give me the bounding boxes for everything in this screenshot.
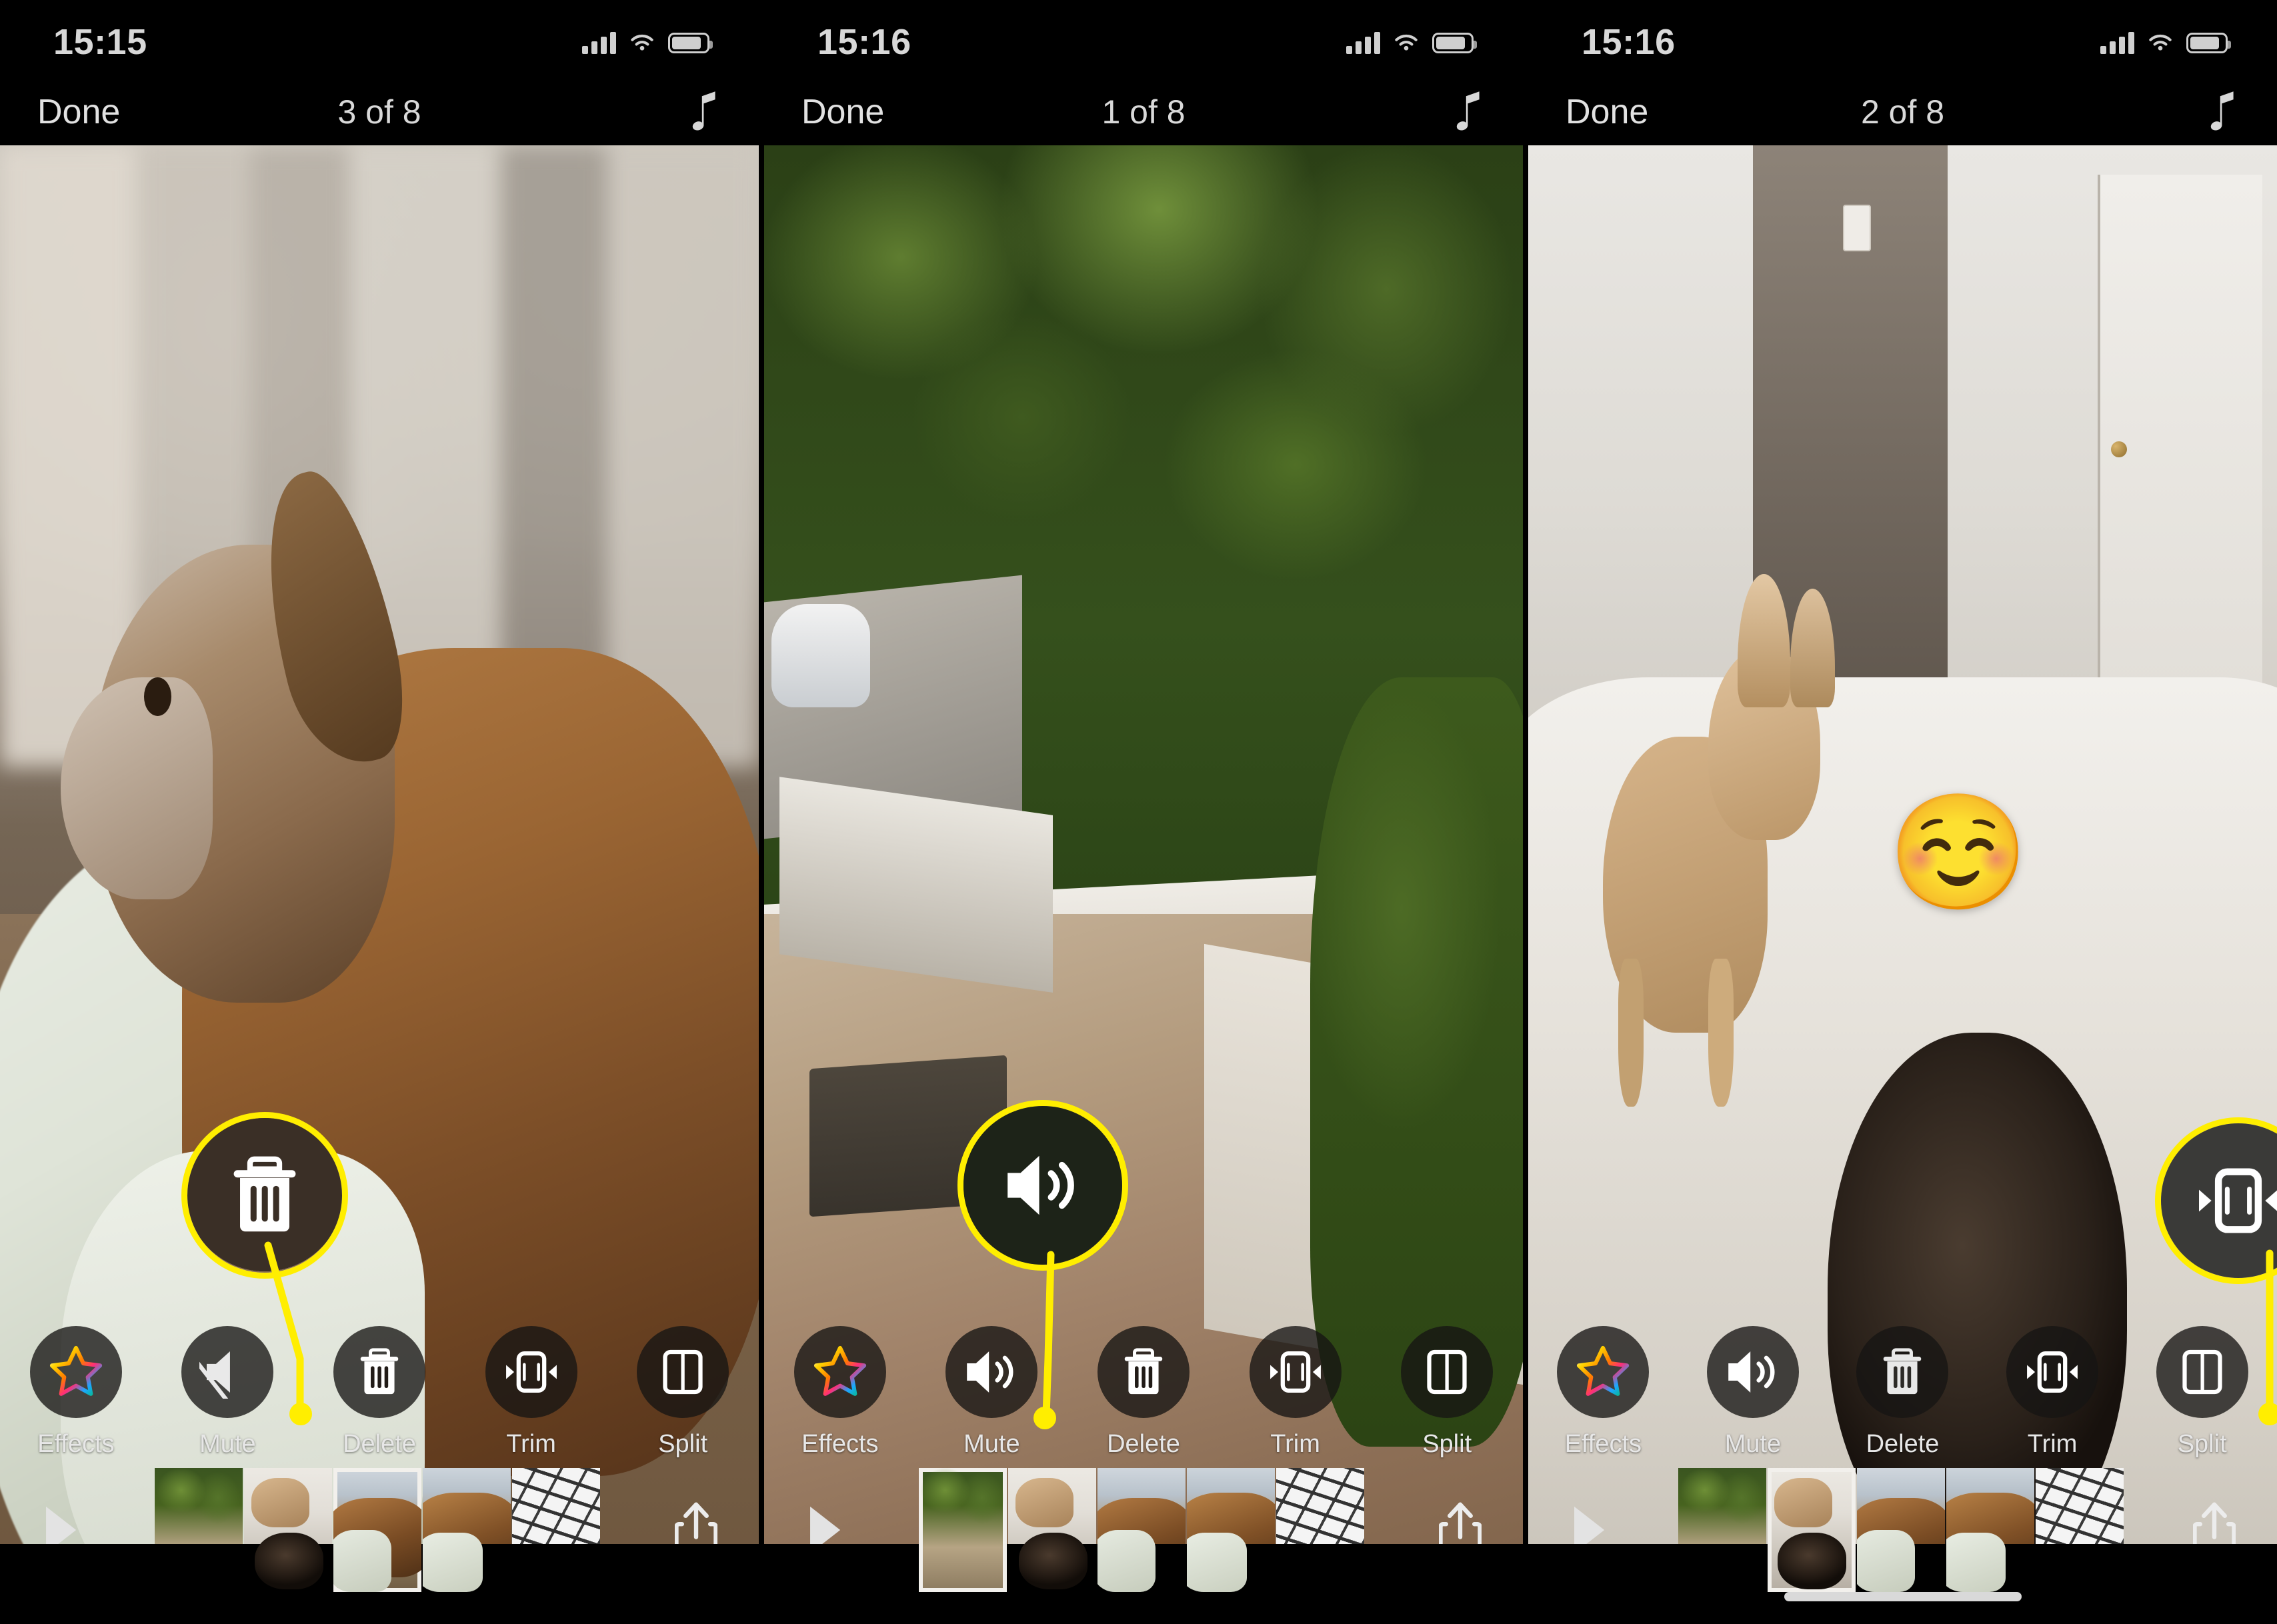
mute-label: Mute (1724, 1430, 1782, 1458)
speaker-muted-icon (199, 1351, 239, 1399)
battery-icon (668, 32, 713, 53)
done-button[interactable]: Done (37, 92, 120, 132)
effects-button[interactable] (29, 1326, 122, 1418)
status-icons (1346, 25, 1477, 54)
status-bar: 15:16 (764, 0, 1523, 79)
phone-screen-3: 15:16 Done 2 of 8 ☺️ Effects Mute Delete… (1528, 0, 2277, 1624)
screenshot-triptych: 15:15 Done 3 of 8 Effects Mute Delete Tr… (0, 0, 2277, 1624)
trim-button[interactable] (485, 1326, 577, 1418)
music-note-icon[interactable] (2204, 90, 2240, 134)
split-icon (2182, 1349, 2222, 1395)
tool-trim[interactable]: Trim (455, 1326, 607, 1459)
thumbnail-item[interactable] (1008, 1468, 1096, 1592)
nav-bar: Done 1 of 8 (764, 79, 1523, 145)
trim-button[interactable] (2006, 1326, 2099, 1418)
thumbnail-item[interactable] (244, 1468, 332, 1592)
music-note-icon[interactable] (685, 90, 721, 134)
status-clock: 15:16 (1582, 22, 1676, 62)
split-button[interactable] (637, 1326, 729, 1418)
wifi-icon (631, 34, 653, 51)
tool-mute[interactable]: Mute (1678, 1326, 1828, 1459)
callout-leader-dot (1033, 1407, 1056, 1429)
cellular-signal-icon (2100, 31, 2134, 54)
rainbow-star-icon (813, 1345, 866, 1396)
effects-button[interactable] (793, 1326, 886, 1418)
trash-icon (1884, 1348, 1922, 1395)
delete-label: Delete (1866, 1430, 1940, 1458)
status-bar: 15:16 (1528, 0, 2277, 79)
trim-label: Trim (2027, 1430, 2078, 1458)
trim-label: Trim (506, 1430, 556, 1458)
mute-label: Mute (199, 1430, 256, 1458)
battery-icon (2186, 32, 2231, 53)
cellular-signal-icon (1346, 31, 1380, 54)
music-note-icon[interactable] (1450, 90, 1486, 134)
wifi-icon (2149, 34, 2172, 51)
effects-button[interactable] (1557, 1326, 1650, 1418)
status-bar: 15:15 (0, 0, 759, 79)
rainbow-star-icon (49, 1345, 102, 1396)
tool-effects[interactable]: Effects (1528, 1326, 1678, 1459)
tool-effects[interactable]: Effects (0, 1326, 152, 1459)
wifi-icon (1395, 34, 1418, 51)
trim-button[interactable] (1249, 1326, 1342, 1418)
speaker-on-icon (1728, 1351, 1775, 1393)
delete-button[interactable] (1856, 1326, 1949, 1418)
done-button[interactable]: Done (801, 92, 884, 132)
effects-label: Effects (37, 1430, 115, 1458)
trim-icon (2027, 1351, 2078, 1393)
video-stage-2[interactable]: Effects Mute Delete Trim Split (764, 145, 1523, 1624)
trash-icon (233, 1156, 296, 1232)
battery-icon (1432, 32, 1477, 53)
status-clock: 15:16 (817, 22, 911, 62)
rainbow-star-icon (1577, 1345, 1630, 1396)
home-indicator (1784, 1592, 2022, 1601)
trim-icon (505, 1351, 557, 1393)
done-button[interactable]: Done (1566, 92, 1648, 132)
status-clock: 15:15 (53, 22, 147, 62)
status-icons (2100, 25, 2231, 54)
phone-screen-1: 15:15 Done 3 of 8 Effects Mute Delete Tr… (0, 0, 759, 1624)
tool-effects[interactable]: Effects (764, 1326, 916, 1459)
tool-split[interactable]: Split (1371, 1326, 1523, 1459)
overlay-emoji: ☺️ (1888, 789, 2029, 916)
split-label: Split (658, 1430, 708, 1458)
effects-label: Effects (1564, 1430, 1642, 1458)
callout-leader-dot (289, 1403, 312, 1425)
callout-leader-dot (2258, 1403, 2277, 1425)
split-label: Split (1422, 1430, 1472, 1458)
tool-split[interactable]: Split (607, 1326, 759, 1459)
nav-bar: Done 2 of 8 (1528, 79, 2277, 145)
tool-trim[interactable]: Trim (1220, 1326, 1372, 1459)
trim-icon (1270, 1351, 1321, 1393)
split-label: Split (2177, 1430, 2227, 1458)
tool-trim[interactable]: Trim (1978, 1326, 2128, 1459)
cellular-signal-icon (582, 31, 616, 54)
trim-icon (2199, 1168, 2277, 1233)
tool-delete[interactable]: Delete (1828, 1326, 1978, 1459)
video-stage-3[interactable]: ☺️ Effects Mute Delete Trim Split (1528, 145, 2277, 1624)
split-button[interactable] (1401, 1326, 1494, 1418)
split-icon (663, 1349, 703, 1395)
status-icons (582, 25, 713, 54)
editing-toolbar[interactable]: Effects Mute Delete Trim Split (1528, 1326, 2277, 1459)
callout-leader-line (264, 1241, 304, 1416)
thumbnail-item-selected[interactable] (333, 1468, 421, 1592)
split-icon (1427, 1349, 1467, 1395)
split-button[interactable] (2156, 1326, 2248, 1418)
phone-screen-2: 15:16 Done 1 of 8 Effects Mute Delete Tr… (764, 0, 1523, 1624)
thumbnail-item-selected[interactable] (1767, 1468, 1856, 1592)
nav-bar: Done 3 of 8 (0, 79, 759, 145)
thumbnail-item-selected[interactable] (919, 1468, 1007, 1592)
video-stage-1[interactable]: Effects Mute Delete Trim Split (0, 145, 759, 1624)
mute-button[interactable] (1706, 1326, 1799, 1418)
speaker-on-icon (1007, 1155, 1074, 1215)
effects-label: Effects (801, 1430, 879, 1458)
callout-leader-line (1042, 1251, 1055, 1419)
trim-label: Trim (1270, 1430, 1320, 1458)
